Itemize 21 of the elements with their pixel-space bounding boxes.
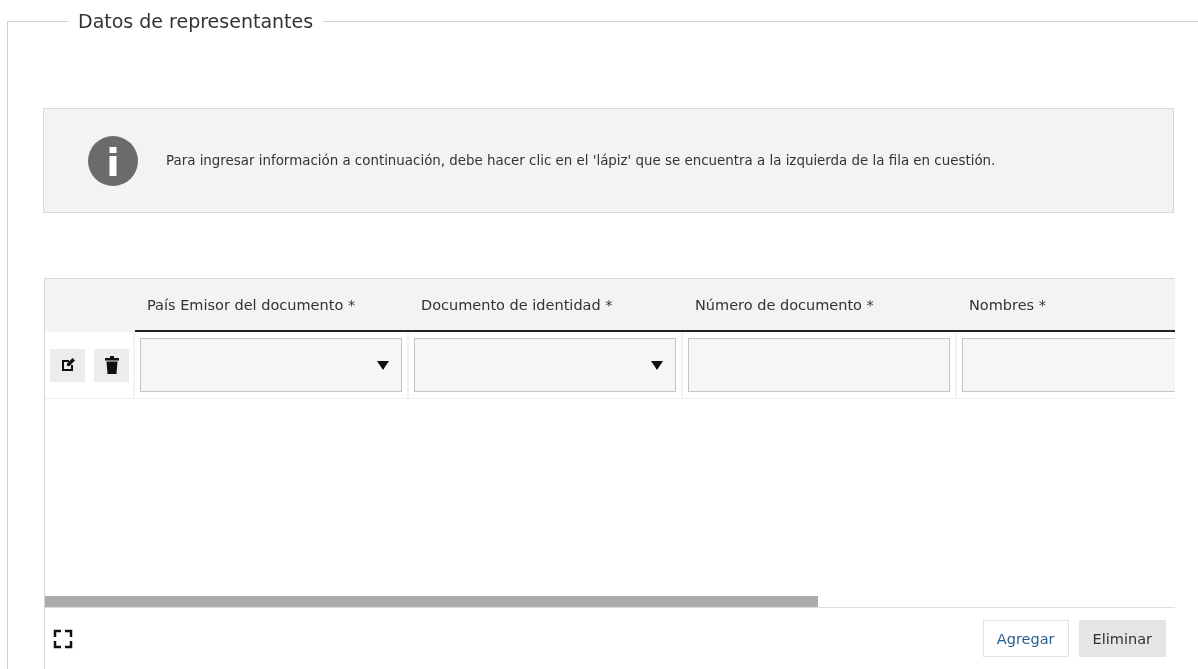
edit-button[interactable]	[50, 348, 85, 382]
delete-button[interactable]	[94, 348, 129, 382]
column-header: Documento de identidad *	[409, 279, 683, 332]
dropdown-arrow-icon	[377, 360, 389, 370]
input-field[interactable]	[688, 338, 950, 392]
trash-icon	[104, 356, 119, 374]
column-header: País Emisor del documento *	[135, 279, 409, 332]
scrollbar-thumb[interactable]	[45, 596, 818, 607]
column-header: Nombres *	[957, 279, 1175, 332]
dropdown-field[interactable]	[140, 338, 402, 392]
section-title: Datos de representantes	[77, 10, 315, 32]
remove-button[interactable]: Eliminar	[1078, 620, 1166, 657]
edit-icon	[59, 357, 76, 373]
input-field[interactable]	[962, 338, 1175, 392]
fullscreen-icon[interactable]	[53, 628, 73, 649]
add-button[interactable]: Agregar	[982, 620, 1069, 657]
info-message: Para ingresar información a continuación, debe hacer clic en el 'lápiz' que se encuentra a la izquierda de la fila en cuestión.	[166, 153, 996, 168]
dropdown-arrow-icon	[651, 360, 663, 370]
dropdown-field[interactable]	[414, 338, 676, 392]
column-header: Número de documento *	[683, 279, 957, 332]
info-icon	[88, 135, 138, 186]
